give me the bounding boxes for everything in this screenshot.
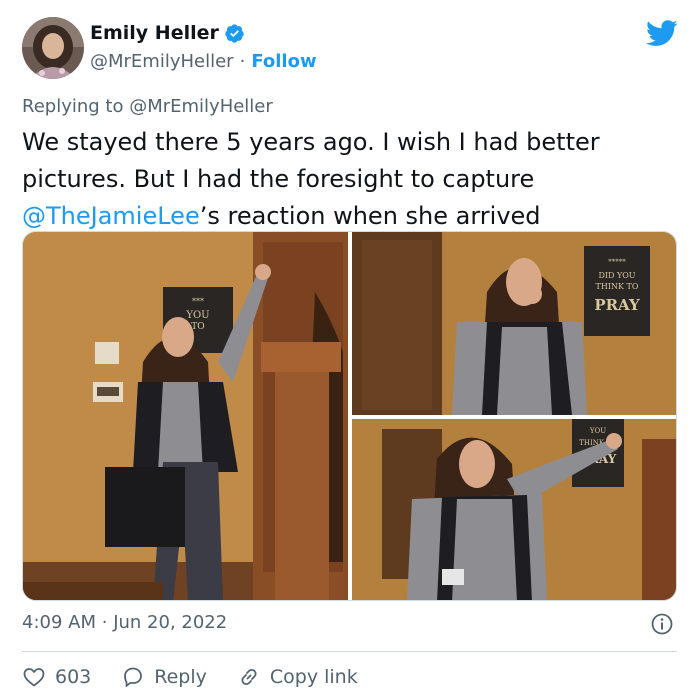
tweet-actions: 603 Reply Copy link [22, 662, 388, 692]
mention-link[interactable]: @TheJamieLee [22, 202, 200, 230]
tweet-text: We stayed there 5 years ago. I wish I ha… [22, 124, 682, 235]
sign-text: THINK TO [596, 282, 639, 291]
reply-icon [124, 667, 143, 687]
tweet-text-line: We stayed there 5 years ago. I wish I ha… [22, 128, 600, 156]
sign-text: YOU [589, 427, 606, 435]
verified-badge-icon [225, 23, 244, 43]
author-name[interactable]: Emily Heller [90, 22, 219, 44]
reply-button[interactable]: Reply [121, 665, 207, 689]
link-icon [241, 668, 257, 686]
sign-text: DID YOU [598, 271, 635, 280]
sign-text: TO [191, 322, 204, 332]
tweet-time: 4:09 AM [22, 612, 96, 633]
replying-to-prefix: Replying to [22, 96, 130, 117]
tweet-photo-3[interactable]: YOU THINK TO PRAY [352, 419, 676, 600]
info-icon[interactable] [650, 612, 674, 636]
separator-dot: · [101, 612, 108, 633]
sign-text: PRAY [594, 296, 640, 314]
tweet-header: Emily Heller @MrEmilyHeller · Follow [22, 16, 682, 80]
tweet-photo-1[interactable]: *** YOU TO [23, 232, 348, 600]
separator-dot: · [239, 51, 246, 72]
sign-text: *** [192, 297, 204, 306]
tweet-timestamp[interactable]: 4:09 AM · Jun 20, 2022 [22, 612, 227, 633]
copy-link-button[interactable]: Copy link [237, 665, 358, 689]
author-name-row: Emily Heller [90, 22, 245, 44]
reply-label: Reply [154, 666, 207, 688]
like-button[interactable]: 603 [22, 665, 91, 689]
sign-text: ***** [608, 258, 626, 266]
heart-icon [23, 668, 45, 687]
tweet-photo-2[interactable]: ***** DID YOU THINK TO PRAY [352, 232, 676, 415]
tweet-text-line: pictures. But I had the foresight to cap… [22, 165, 535, 193]
media-grid: *** YOU TO ***** DID YOU THINK TO PRAY Y… [22, 231, 677, 601]
follow-button[interactable]: Follow [251, 51, 316, 72]
tweet-date: Jun 20, 2022 [113, 612, 228, 633]
copy-link-label: Copy link [269, 666, 358, 688]
replying-to: Replying to @MrEmilyHeller [22, 96, 273, 117]
avatar[interactable] [22, 17, 84, 79]
like-count: 603 [55, 666, 92, 688]
tweet-text-rest: ’s reaction when she arrived [199, 202, 541, 230]
tweet-text-line: @TheJamieLee’s reaction when she arrived [22, 198, 682, 235]
twitter-bird-icon[interactable] [646, 20, 678, 47]
divider [22, 651, 677, 652]
author-handle[interactable]: @MrEmilyHeller [90, 51, 234, 72]
sign-text: YOU [185, 310, 209, 321]
replying-to-mention[interactable]: @MrEmilyHeller [129, 96, 273, 117]
author-handle-row: @MrEmilyHeller · Follow [90, 51, 317, 72]
